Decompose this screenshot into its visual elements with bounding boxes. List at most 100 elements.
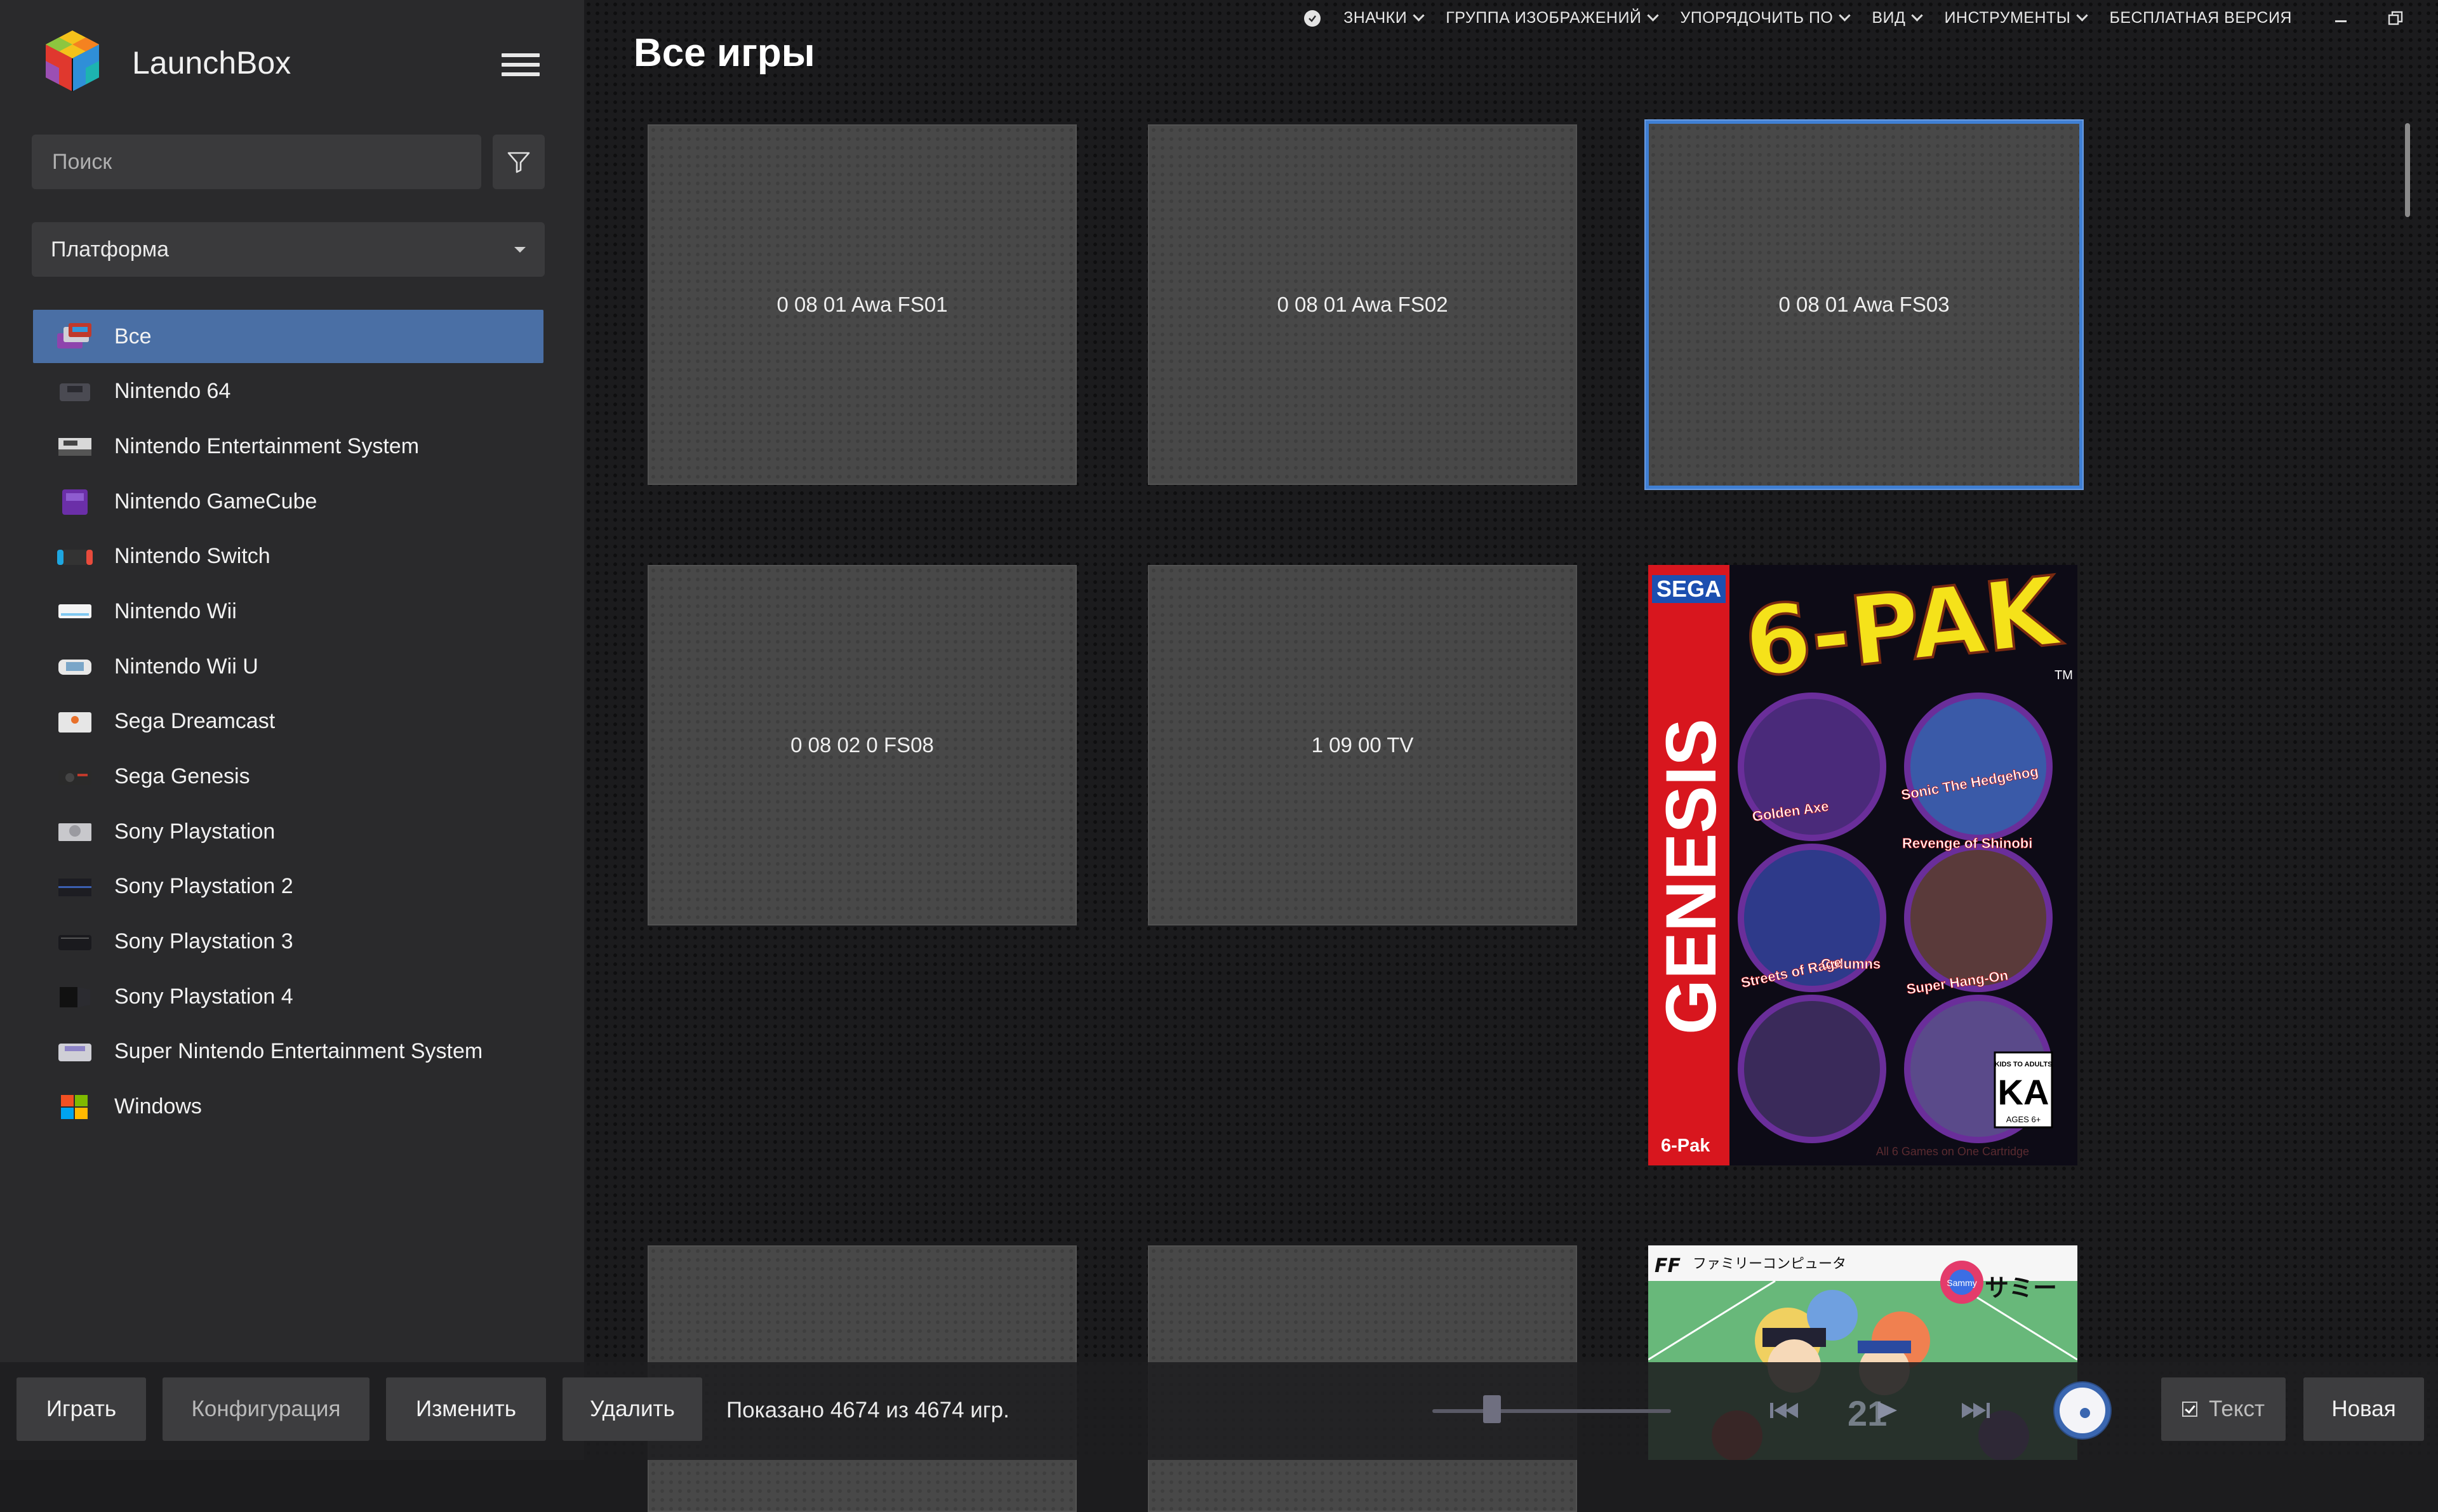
menu-image-group-label: ГРУППА ИЗОБРАЖЕНИЙ — [1446, 9, 1642, 27]
genesis-console-text: GENESIS — [1651, 719, 1731, 1035]
dreamcast-icon — [56, 707, 94, 736]
platform-item-all[interactable]: Все — [33, 310, 543, 363]
svg-text:サミー: サミー — [1985, 1274, 2057, 1302]
nintendo-64-icon — [56, 377, 94, 406]
edit-button[interactable]: Изменить — [386, 1377, 546, 1441]
skip-back-icon[interactable] — [1768, 1398, 1799, 1423]
menu-view[interactable]: ВИД — [1872, 9, 1924, 27]
top-menu-bar: ЗНАЧКИ ГРУППА ИЗОБРАЖЕНИЙ УПОРЯДОЧИТЬ ПО… — [1304, 9, 2404, 27]
platform-item-label: Windows — [114, 1094, 202, 1119]
platform-item-nintendo-64[interactable]: Nintendo 64 — [33, 365, 543, 418]
platform-list: Все Nintendo 64 Nintendo Entertainment S… — [33, 310, 543, 1135]
svg-text:KA: KA — [1998, 1072, 2049, 1112]
platform-item-playstation-3[interactable]: Sony Playstation 3 — [33, 915, 543, 969]
platform-item-dreamcast[interactable]: Sega Dreamcast — [33, 695, 543, 748]
page-title: Все игры — [634, 31, 815, 75]
restore-icon[interactable] — [2387, 10, 2404, 27]
svg-text:Revenge of Shinobi: Revenge of Shinobi — [1902, 835, 2032, 851]
game-title: 0 08 01 Awa FS03 — [1778, 293, 1950, 316]
menu-sort-by[interactable]: УПОРЯДОЧИТЬ ПО — [1680, 9, 1851, 27]
menu-view-label: ВИД — [1872, 9, 1906, 27]
media-disc-icon[interactable] — [2053, 1381, 2112, 1440]
game-box-art-6-pak[interactable]: SEGA GENESIS 6-PAK TM Golden Axe Sonic T… — [1648, 565, 2077, 1165]
search-input[interactable] — [32, 135, 481, 189]
text-toggle-checkbox[interactable]: Текст — [2161, 1377, 2286, 1441]
app-title: LaunchBox — [132, 45, 291, 81]
platform-item-label: Sony Playstation — [114, 819, 276, 844]
platform-item-gamecube[interactable]: Nintendo GameCube — [33, 475, 543, 528]
game-tile[interactable]: 0 08 02 0 FS08 — [648, 565, 1077, 925]
game-title: 0 08 01 Awa FS01 — [776, 293, 948, 316]
platform-item-windows[interactable]: Windows — [33, 1080, 543, 1134]
platform-item-snes[interactable]: Super Nintendo Entertainment System — [33, 1025, 543, 1078]
platform-item-playstation-2[interactable]: Sony Playstation 2 — [33, 860, 543, 913]
play-button[interactable]: Играть — [17, 1377, 146, 1441]
svg-text:ファミリーコンピュータ: ファミリーコンピュータ — [1693, 1256, 1846, 1272]
checkbox-checked-icon — [2182, 1402, 2197, 1417]
menu-tools-label: ИНСТРУМЕНТЫ — [1944, 9, 2071, 27]
launchbox-logo-icon — [42, 28, 103, 94]
chevron-down-icon — [1647, 10, 1660, 22]
main-content: Все игры ЗНАЧКИ ГРУППА ИЗОБРАЖЕНИЙ УПОРЯ… — [584, 0, 2438, 1512]
wii-u-icon — [56, 652, 94, 681]
snes-icon — [56, 1037, 94, 1066]
game-tile-selected[interactable]: 0 08 01 Awa FS03 — [1646, 121, 2082, 489]
playstation-2-icon — [56, 872, 94, 901]
platform-item-label: Nintendo GameCube — [114, 489, 317, 514]
menu-tools[interactable]: ИНСТРУМЕНТЫ — [1944, 9, 2089, 27]
play-icon[interactable] — [1872, 1398, 1903, 1423]
platform-item-wii-u[interactable]: Nintendo Wii U — [33, 640, 543, 693]
platform-item-switch[interactable]: Nintendo Switch — [33, 530, 543, 583]
playstation-icon — [56, 817, 94, 846]
platform-item-playstation[interactable]: Sony Playstation — [33, 805, 543, 858]
hamburger-menu-icon[interactable] — [502, 53, 540, 81]
scrollbar-thumb[interactable] — [2405, 123, 2410, 217]
platform-item-label: Sony Playstation 2 — [114, 874, 293, 899]
svg-text:All 6 Games on One Cartridge: All 6 Games on One Cartridge — [1876, 1145, 2029, 1158]
chevron-down-icon — [1839, 10, 1851, 22]
platform-item-genesis[interactable]: Sega Genesis — [33, 750, 543, 804]
game-title: 0 08 01 Awa FS02 — [1277, 293, 1448, 316]
check-circle-icon[interactable] — [1304, 10, 1321, 27]
game-tile[interactable]: 0 08 01 Awa FS02 — [1148, 124, 1577, 485]
platform-item-label: Sega Dreamcast — [114, 709, 276, 734]
platform-item-label: Nintendo Entertainment System — [114, 434, 420, 458]
zoom-slider-thumb[interactable] — [1483, 1395, 1501, 1423]
platform-item-label: Sega Genesis — [114, 764, 250, 788]
sidebar: LaunchBox Платформа Все Nintendo 64 Nint… — [0, 0, 584, 1460]
gamecube-icon — [56, 487, 94, 516]
minimize-icon[interactable] — [2333, 10, 2349, 27]
sega-brand-text: SEGA — [1656, 576, 1721, 602]
game-title: 6-Pak — [1661, 1136, 1710, 1156]
game-tile[interactable]: 1 09 00 TV — [1148, 565, 1577, 925]
platform-item-label: Nintendo Wii U — [114, 654, 258, 679]
chevron-down-icon — [1911, 10, 1924, 22]
chevron-down-icon — [2076, 10, 2089, 22]
platform-group-select[interactable]: Платформа — [32, 222, 545, 277]
zoom-slider-track[interactable] — [1432, 1409, 1671, 1413]
game-tile[interactable]: 0 08 01 Awa FS01 — [648, 124, 1077, 485]
platform-item-label: Nintendo Switch — [114, 544, 270, 569]
switch-icon — [56, 542, 94, 571]
platform-item-label: Все — [114, 324, 152, 348]
platform-item-wii[interactable]: Nintendo Wii — [33, 585, 543, 638]
platform-item-nes[interactable]: Nintendo Entertainment System — [33, 420, 543, 473]
platform-select-value: Платформа — [51, 237, 170, 262]
free-version-link[interactable]: БЕСПЛАТНАЯ ВЕРСИЯ — [2109, 9, 2292, 27]
genesis-icon — [56, 762, 94, 792]
svg-text:FF: FF — [1655, 1255, 1681, 1277]
platform-item-playstation-4[interactable]: Sony Playstation 4 — [33, 970, 543, 1023]
game-title: 0 08 02 0 FS08 — [790, 733, 934, 757]
menu-badges[interactable]: ЗНАЧКИ — [1343, 9, 1425, 27]
chevron-down-icon — [1413, 10, 1425, 22]
game-title: 1 09 00 TV — [1311, 733, 1414, 757]
menu-image-group[interactable]: ГРУППА ИЗОБРАЖЕНИЙ — [1446, 9, 1660, 27]
platform-item-label: Nintendo Wii — [114, 599, 237, 623]
platform-item-label: Sony Playstation 3 — [114, 929, 293, 954]
filter-icon — [507, 152, 530, 173]
new-button[interactable]: Новая — [2303, 1377, 2424, 1441]
filter-button[interactable] — [493, 135, 545, 189]
configure-button[interactable]: Конфигурация — [163, 1377, 370, 1441]
delete-button[interactable]: Удалить — [563, 1377, 702, 1441]
skip-forward-icon[interactable] — [1961, 1398, 1992, 1423]
